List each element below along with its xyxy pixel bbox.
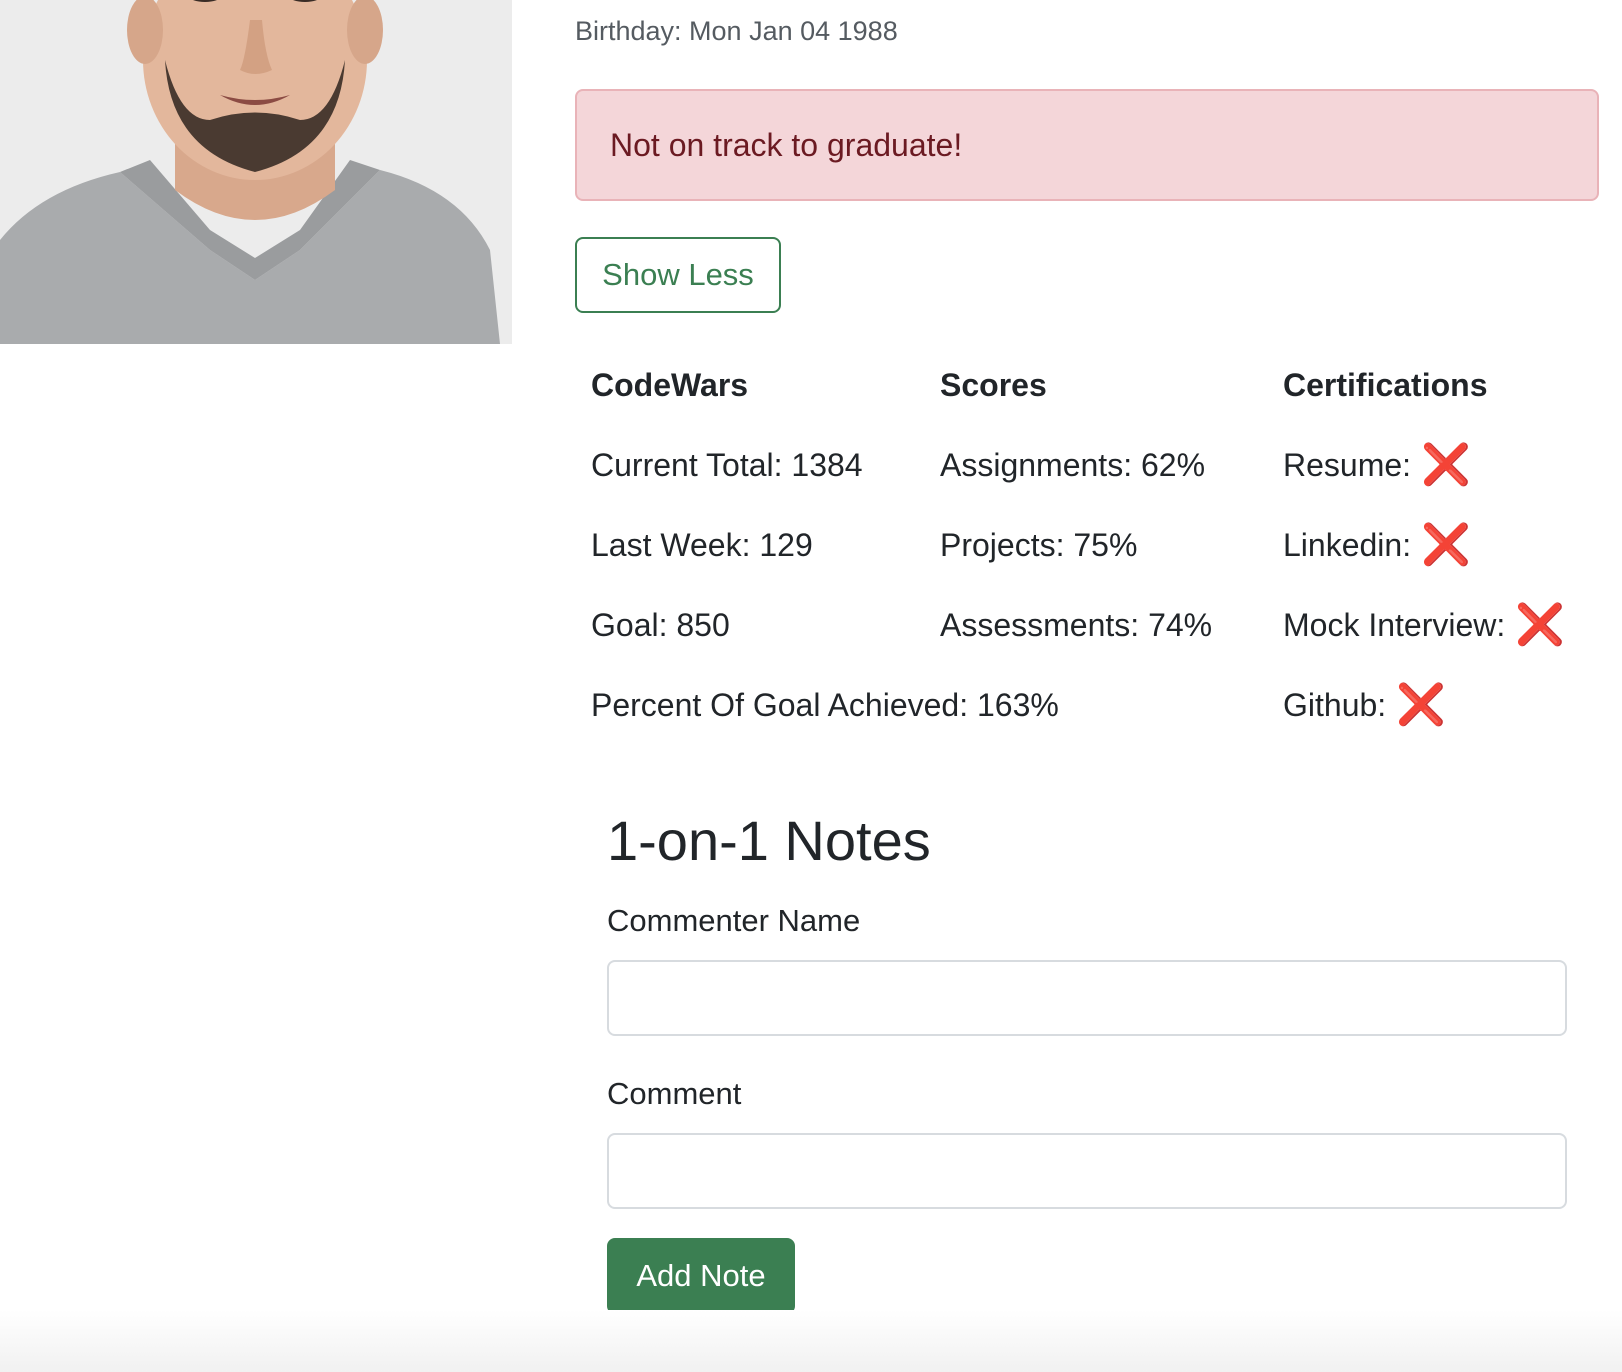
comment-label: Comment bbox=[607, 1076, 742, 1111]
cert-mock-interview-label: Mock Interview: bbox=[1283, 607, 1506, 643]
commenter-name-label: Commenter Name bbox=[607, 903, 861, 938]
page-bottom-edge bbox=[0, 1310, 1622, 1372]
codewars-percent-goal: Percent Of Goal Achieved: 163% bbox=[591, 687, 1059, 723]
score-assessments: Assessments: 74% bbox=[940, 607, 1213, 643]
graduation-alert: Not on track to graduate! bbox=[575, 89, 1599, 201]
cert-linkedin-label: Linkedin: bbox=[1283, 527, 1412, 563]
cert-github-label: Github: bbox=[1283, 687, 1387, 723]
scores-heading: Scores bbox=[940, 367, 1047, 403]
cert-linkedin: Linkedin: ❌ bbox=[1283, 525, 1565, 565]
notes-title: 1-on-1 Notes bbox=[607, 809, 931, 872]
cert-mock-interview: Mock Interview: ❌ bbox=[1283, 605, 1565, 645]
scores-column: Scores Assignments: 62% Projects: 75% As… bbox=[940, 365, 1212, 685]
score-projects: Projects: 75% bbox=[940, 527, 1138, 563]
cert-resume-label: Resume: bbox=[1283, 447, 1412, 483]
certifications-heading: Certifications bbox=[1283, 367, 1488, 403]
student-photo bbox=[0, 0, 512, 344]
certifications-column: Certifications Resume: ❌ Linkedin: ❌ Moc… bbox=[1283, 365, 1565, 765]
cert-github: Github: ❌ bbox=[1283, 685, 1565, 725]
cross-mark-icon: ❌ bbox=[1421, 442, 1471, 488]
commenter-name-input[interactable] bbox=[607, 960, 1567, 1036]
alert-text: Not on track to graduate! bbox=[610, 127, 963, 163]
cross-mark-icon: ❌ bbox=[1515, 602, 1566, 648]
show-less-button[interactable]: Show Less bbox=[575, 237, 781, 313]
birthday-text: Birthday: Mon Jan 04 1988 bbox=[575, 16, 898, 46]
comment-input[interactable] bbox=[607, 1133, 1567, 1209]
cert-resume: Resume: ❌ bbox=[1283, 445, 1565, 485]
cross-mark-icon: ❌ bbox=[1421, 522, 1471, 568]
add-note-button[interactable]: Add Note bbox=[607, 1238, 795, 1314]
score-assignments: Assignments: 62% bbox=[940, 447, 1206, 483]
cross-mark-icon: ❌ bbox=[1396, 682, 1446, 728]
